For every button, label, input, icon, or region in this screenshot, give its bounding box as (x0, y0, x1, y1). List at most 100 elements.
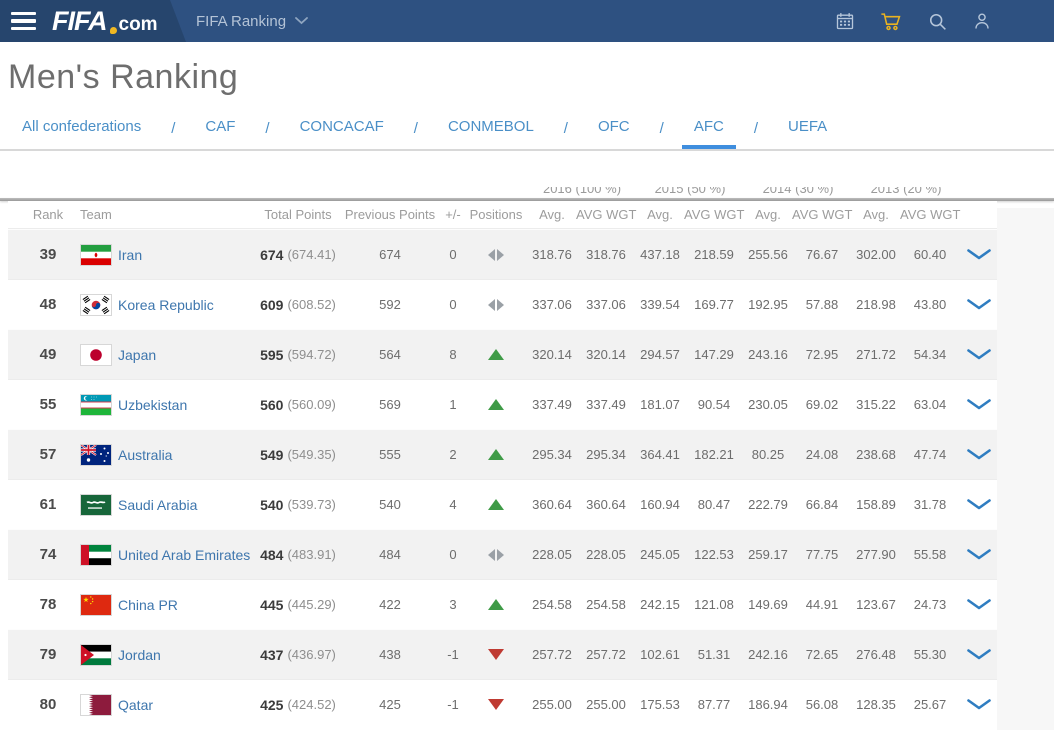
team-link[interactable]: Iran (118, 247, 142, 263)
team-link[interactable]: Saudi Arabia (118, 497, 197, 513)
trend-up-icon (488, 399, 504, 410)
ranking-table: Rank Team Total Points Previous Points +… (8, 201, 997, 729)
team-link[interactable]: China PR (118, 597, 178, 613)
trend-up-icon (488, 349, 504, 360)
table-row[interactable]: 48Korea Republic609(608.52)5920337.06337… (8, 279, 997, 329)
fifa-logo[interactable]: FIFA com (52, 8, 158, 35)
total-points-exact: (549.35) (287, 447, 335, 462)
stat-value: 318.76 (576, 247, 636, 262)
tab-conmebol[interactable]: CONMEBOL (436, 107, 546, 149)
team-link[interactable]: United Arab Emirates (118, 547, 250, 563)
stat-value: 318.76 (528, 247, 576, 262)
nav-current-section: FIFA Ranking (196, 13, 286, 30)
stat-value: 54.34 (900, 347, 960, 362)
team-link[interactable]: Jordan (118, 647, 161, 663)
total-points-exact: (674.41) (287, 247, 335, 262)
saudi-arabia-flag-icon (80, 494, 112, 516)
team-link[interactable]: Korea Republic (118, 297, 214, 313)
team-link[interactable]: Australia (118, 447, 172, 463)
stat-value: 437.18 (636, 247, 684, 262)
stat-value: 242.15 (636, 597, 684, 612)
rank-value: 39 (8, 246, 74, 263)
stat-value: 245.05 (636, 547, 684, 562)
previous-points: 484 (338, 547, 442, 562)
stat-value: 255.56 (744, 247, 792, 262)
tab-separator: / (660, 120, 664, 137)
position-change: 0 (442, 297, 464, 312)
col-header-avg: Avg. (744, 207, 792, 222)
rank-value: 61 (8, 496, 74, 513)
table-row[interactable]: 39Iran674(674.41)6740318.76318.76437.182… (8, 229, 997, 279)
table-row[interactable]: 55Uzbekistan560(560.09)5691337.49337.491… (8, 379, 997, 429)
position-change: 8 (442, 347, 464, 362)
expand-chevron-icon[interactable] (967, 399, 991, 410)
menu-icon[interactable] (11, 12, 36, 31)
user-icon[interactable] (972, 10, 992, 32)
tab-ofc[interactable]: OFC (586, 107, 642, 149)
team-link[interactable]: Qatar (118, 697, 153, 713)
cart-icon[interactable] (879, 10, 903, 32)
trend-down-icon (488, 649, 504, 660)
tab-all-confederations[interactable]: All confederations (10, 107, 153, 149)
trend-up-icon (488, 599, 504, 610)
total-points-exact: (436.97) (287, 647, 335, 662)
expand-chevron-icon[interactable] (967, 299, 991, 310)
table-row[interactable]: 78China PR445(445.29)4223254.58254.58242… (8, 579, 997, 629)
search-icon[interactable] (927, 11, 948, 32)
tab-caf[interactable]: CAF (193, 107, 247, 149)
team-link[interactable]: Japan (118, 347, 156, 363)
stat-value: 294.57 (636, 347, 684, 362)
table-row[interactable]: 57Australia549(549.35)5552295.34295.3436… (8, 429, 997, 479)
previous-points: 674 (338, 247, 442, 262)
expand-chevron-icon[interactable] (967, 499, 991, 510)
table-row[interactable]: 79Jordan437(436.97)438-1257.72257.72102.… (8, 629, 997, 679)
stat-value: 169.77 (684, 297, 744, 312)
expand-chevron-icon[interactable] (967, 599, 991, 610)
logo-text-com: com (119, 15, 158, 34)
stat-value: 72.65 (792, 647, 852, 662)
tab-afc[interactable]: AFC (682, 107, 736, 149)
stat-value: 121.08 (684, 597, 744, 612)
expand-chevron-icon[interactable] (967, 349, 991, 360)
stat-value: 230.05 (744, 397, 792, 412)
total-points-exact: (608.52) (287, 297, 335, 312)
total-points: 595 (260, 347, 283, 363)
stat-value: 228.05 (576, 547, 636, 562)
previous-points: 425 (338, 697, 442, 712)
previous-points: 438 (338, 647, 442, 662)
chevron-down-icon (295, 17, 308, 25)
total-points: 549 (260, 447, 283, 463)
team-link[interactable]: Uzbekistan (118, 397, 187, 413)
stat-value: 257.72 (576, 647, 636, 662)
stat-value: 56.08 (792, 697, 852, 712)
stat-value: 242.16 (744, 647, 792, 662)
topbar-nav-dropdown[interactable]: FIFA Ranking (196, 0, 308, 42)
tab-uefa[interactable]: UEFA (776, 107, 839, 149)
calendar-icon[interactable] (835, 10, 855, 32)
table-row[interactable]: 80Qatar425(424.52)425-1255.00255.00175.5… (8, 679, 997, 729)
stat-value: 123.67 (852, 597, 900, 612)
position-change: -1 (442, 697, 464, 712)
stat-value: 320.14 (576, 347, 636, 362)
stat-value: 122.53 (684, 547, 744, 562)
expand-chevron-icon[interactable] (967, 249, 991, 260)
table-row[interactable]: 49Japan595(594.72)5648320.14320.14294.57… (8, 329, 997, 379)
rank-value: 78 (8, 596, 74, 613)
stat-value: 66.84 (792, 497, 852, 512)
col-header-avg-wgt: AVG WGT (900, 207, 960, 222)
trend-up-icon (488, 449, 504, 460)
tab-separator: / (265, 120, 269, 137)
expand-chevron-icon[interactable] (967, 549, 991, 560)
stat-value: 254.58 (576, 597, 636, 612)
iran-flag-icon (80, 244, 112, 266)
col-header-previous-points: Previous Points (338, 207, 442, 222)
expand-chevron-icon[interactable] (967, 449, 991, 460)
expand-chevron-icon[interactable] (967, 649, 991, 660)
expand-chevron-icon[interactable] (967, 699, 991, 710)
tab-concacaf[interactable]: CONCACAF (288, 107, 396, 149)
table-row[interactable]: 61Saudi Arabia540(539.73)5404360.64360.6… (8, 479, 997, 529)
position-change: 2 (442, 447, 464, 462)
table-row[interactable]: 74United Arab Emirates484(483.91)4840228… (8, 529, 997, 579)
total-points-exact: (594.72) (287, 347, 335, 362)
stat-value: 102.61 (636, 647, 684, 662)
